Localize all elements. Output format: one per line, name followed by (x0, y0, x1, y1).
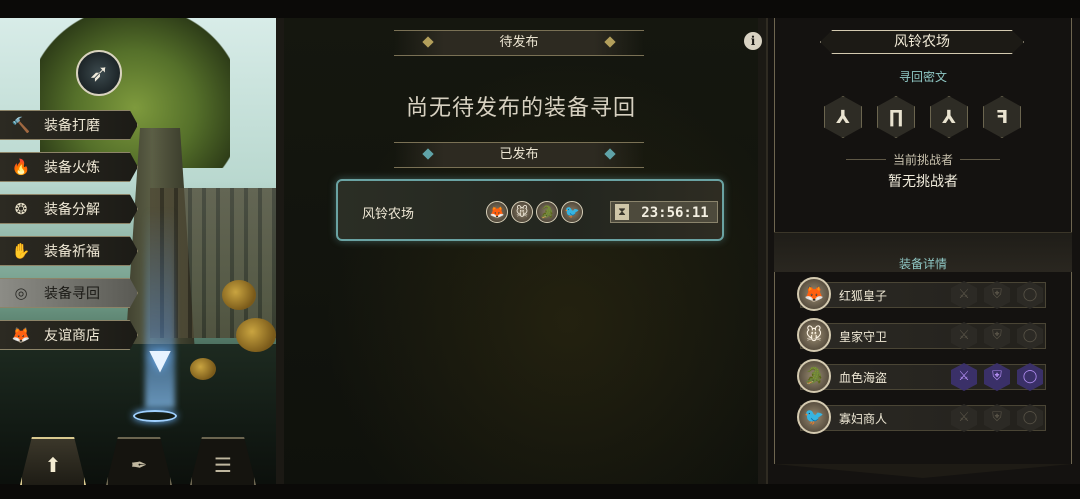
tree-canopy (40, 18, 230, 168)
equipment-row[interactable]: 🐭 皇家守卫 ⚔ ⛨ ◯ (797, 318, 1046, 352)
widow-merchant-avatar: 🐦 (561, 201, 583, 223)
sidebar-item-label: 友谊商店 (44, 328, 100, 344)
ring-slot-icon[interactable]: ◯ (1017, 363, 1043, 391)
pumpkin-decoration (236, 318, 276, 352)
armor-slot-icon[interactable]: ⛨ (984, 281, 1010, 309)
equipment-owner-name: 寡妇商人 (839, 412, 888, 426)
center-panel: 待发布 i 尚无待发布的装备寻回 已发布 风铃农场 🦊 🐭 🐊 🐦 ⧗ 23:56:1… (276, 18, 766, 484)
countdown-timer: ⧗ 23:56:11 (610, 201, 718, 223)
sword-slot-icon[interactable]: ⚔ (951, 281, 977, 309)
diamond-icon (422, 36, 434, 48)
challenger-label: 当前挑战者 (892, 153, 953, 167)
royal-guard-avatar: 🐭 (511, 201, 533, 223)
ring-slot-icon[interactable]: ◯ (1017, 404, 1043, 432)
published-section-label: 已发布 (499, 147, 539, 162)
diamond-icon (604, 148, 616, 160)
swirl-icon: ❂ (14, 200, 28, 218)
card-map-name: 风铃农场 (362, 207, 415, 222)
armor-slot-icon[interactable]: ⛨ (984, 404, 1010, 432)
ring-slot-icon[interactable]: ◯ (1017, 322, 1043, 350)
panel-bottom-ornament (774, 464, 1072, 478)
winged-arrow-emblem-icon[interactable]: ➶ (76, 50, 122, 96)
armor-slot-icon[interactable]: ⛨ (984, 322, 1010, 350)
sidebar-item-5[interactable]: ◎ 装备寻回 (0, 278, 138, 308)
widow-merchant-avatar: 🐦 (797, 400, 831, 434)
equipment-row[interactable]: 🐊 血色海盗 ⚔ ⛨ ◯ (797, 359, 1046, 393)
sword-slot-icon[interactable]: ⚔ (951, 363, 977, 391)
diamond-icon (604, 36, 616, 48)
equipment-owner-name: 血色海盗 (839, 371, 888, 385)
equipment-owner-name: 皇家守卫 (839, 330, 888, 344)
armor-slot-icon[interactable]: ⛨ (984, 363, 1010, 391)
sword-slot-icon[interactable]: ⚔ (951, 404, 977, 432)
pending-empty-message: 尚无待发布的装备寻回 (405, 96, 636, 121)
red-fox-prince-avatar: 🦊 (797, 277, 831, 311)
detail-panel: 风铃农场 寻回密文 ⅄ ∏ ⅄ ꟻ 当前挑战者 暂无挑战者 装备详情 🦊 红狐皇子 ⚔ ⛨ ◯… (766, 18, 1080, 484)
flame-icon: 🔥 (11, 158, 31, 176)
sidebar-item-3[interactable]: ❂ 装备分解 (0, 194, 138, 224)
runes-header: 寻回密文 (898, 70, 947, 84)
published-section-header: 已发布 (394, 142, 644, 168)
equipment-row[interactable]: 🐦 寡妇商人 ⚔ ⛨ ◯ (797, 400, 1046, 434)
pumpkin-decoration (222, 280, 256, 310)
published-retrieval-card[interactable]: 风铃农场 🦊 🐭 🐊 🐦 ⧗ 23:56:11 (336, 179, 724, 241)
sidebar-item-label: 装备分解 (44, 202, 100, 218)
sidebar-item-label: 装备打磨 (44, 118, 100, 134)
sidebar-item-label: 装备火炼 (44, 160, 100, 176)
equipment-row[interactable]: 🦊 红狐皇子 ⚔ ⛨ ◯ (797, 277, 1046, 311)
map-name-banner: 风铃农场 (820, 30, 1024, 54)
royal-guard-avatar: 🐭 (797, 318, 831, 352)
hourglass-icon: ⧗ (615, 204, 629, 220)
fox-head-icon: 🦊 (11, 326, 31, 344)
sidebar-item-label: 装备祈福 (44, 244, 100, 260)
crimson-pirate-avatar: 🐊 (797, 359, 831, 393)
praying-hands-icon: ✋ (11, 242, 31, 260)
pending-section-header: 待发布 (394, 30, 644, 56)
challenger-value: 暂无挑战者 (888, 174, 958, 190)
sidebar-item-6[interactable]: 🦊 友谊商店 (0, 320, 138, 350)
equipment-owner-name: 红狐皇子 (839, 289, 888, 303)
timer-value: 23:56:11 (641, 205, 709, 221)
ring-slot-icon[interactable]: ◯ (1017, 281, 1043, 309)
location-ring-marker (133, 410, 177, 422)
hammer-icon: 🔨 (11, 116, 31, 134)
pumpkin-decoration (190, 358, 216, 380)
sidebar-item-label: 装备寻回 (44, 286, 100, 302)
crimson-pirate-avatar: 🐊 (536, 201, 558, 223)
pending-section-label: 待发布 (499, 35, 539, 50)
sword-slot-icon[interactable]: ⚔ (951, 322, 977, 350)
red-fox-prince-avatar: 🦊 (486, 201, 508, 223)
location-arrow-icon[interactable]: ▼ (147, 336, 173, 384)
equipment-header: 装备详情 (774, 232, 1072, 272)
sidebar-item-2[interactable]: 🔥 装备火炼 (0, 152, 138, 182)
info-icon[interactable]: i (744, 32, 762, 50)
sidebar-item-1[interactable]: 🔨 装备打磨 (0, 110, 138, 140)
sidebar-item-4[interactable]: ✋ 装备祈福 (0, 236, 138, 266)
diamond-icon (422, 148, 434, 160)
spiral-icon: ◎ (14, 284, 28, 302)
